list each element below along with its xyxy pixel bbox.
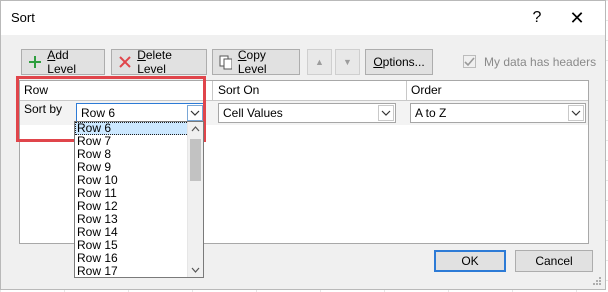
scroll-down-icon[interactable]	[188, 263, 203, 277]
chevron-down-icon[interactable]	[378, 105, 394, 121]
options-label: Options...	[373, 55, 425, 69]
dropdown-option[interactable]: Row 17	[75, 265, 203, 278]
delete-level-label: Delete Level	[137, 48, 172, 76]
add-level-label: Add Level	[47, 48, 76, 76]
scrollbar-thumb[interactable]	[190, 139, 201, 181]
cancel-button[interactable]: Cancel	[515, 250, 593, 272]
order-select[interactable]: A to Z	[410, 103, 586, 123]
move-down-button[interactable]: ▼	[335, 49, 360, 75]
my-data-has-headers-checkbox[interactable]	[463, 55, 476, 68]
delete-level-button[interactable]: Delete Level	[111, 48, 207, 76]
resize-grip-icon[interactable]	[592, 276, 602, 286]
column-divider	[212, 81, 213, 100]
dropdown-items: Row 6 Row 7 Row 8 Row 9 Row 10 Row 11 Row 12 Ro…	[75, 122, 203, 278]
order-value: A to Z	[415, 106, 447, 120]
close-button[interactable]: ✕	[557, 1, 597, 35]
dialog-title: Sort	[11, 10, 35, 25]
column-header-order: Order	[411, 83, 442, 97]
move-up-icon: ▲	[315, 57, 324, 67]
move-down-icon: ▼	[343, 57, 352, 67]
copy-level-label: Copy Level	[237, 48, 267, 76]
options-button[interactable]: Options...	[365, 49, 433, 75]
column-divider	[406, 81, 407, 100]
chevron-down-icon[interactable]	[568, 105, 584, 121]
add-icon	[29, 56, 41, 68]
checkmark-icon	[464, 57, 475, 67]
delete-icon	[119, 56, 131, 68]
my-data-has-headers-label: My data has headers	[484, 55, 597, 69]
sort-by-dropdown-list[interactable]: Row 6 Row 7 Row 8 Row 9 Row 10 Row 11 Row 12 Ro…	[74, 121, 204, 278]
title-bar: Sort ? ✕	[1, 1, 605, 35]
sort-on-select[interactable]: Cell Values	[218, 103, 396, 123]
sort-on-value: Cell Values	[223, 106, 283, 120]
copy-level-button[interactable]: Copy Level	[212, 48, 300, 76]
scroll-up-icon[interactable]	[188, 122, 203, 136]
copy-icon	[219, 55, 232, 69]
column-header-sort-on: Sort On	[218, 83, 260, 97]
help-button[interactable]: ?	[517, 1, 557, 35]
move-up-button[interactable]: ▲	[307, 49, 332, 75]
ok-button[interactable]: OK	[434, 250, 506, 272]
dropdown-scrollbar[interactable]	[187, 122, 203, 277]
add-level-button[interactable]: Add Level	[21, 48, 105, 76]
